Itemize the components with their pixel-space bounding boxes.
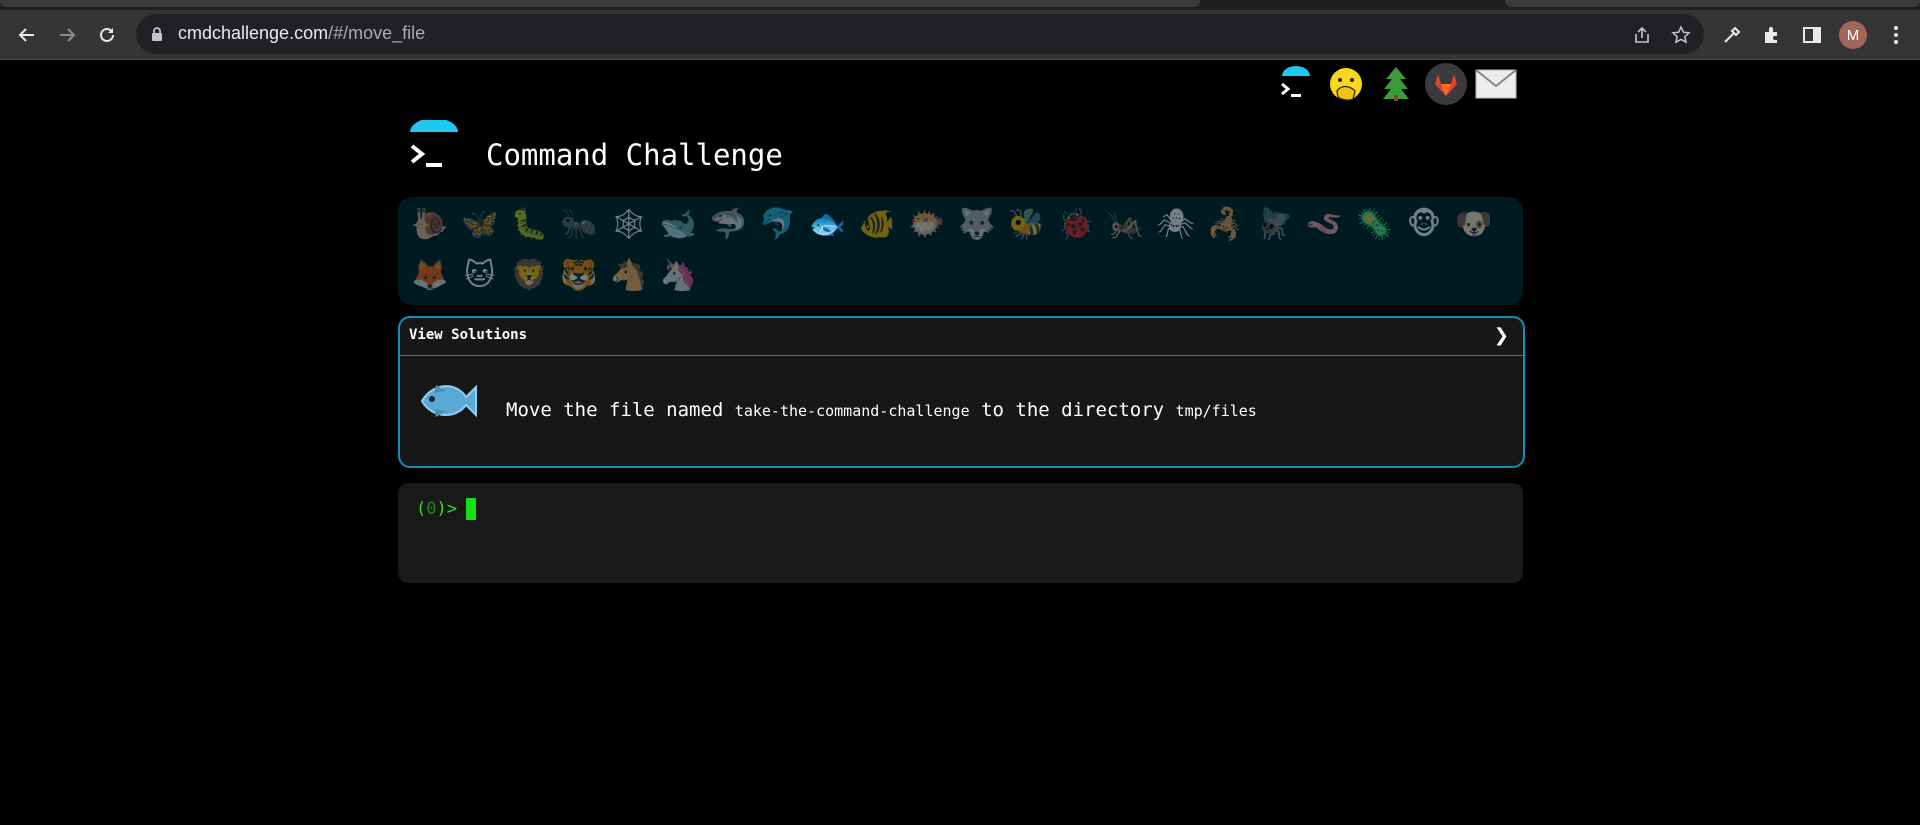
eyedropper-icon[interactable] [1719, 22, 1745, 48]
challenge-middle: to the directory [981, 399, 1165, 421]
badge-1-22[interactable]: 🐶 [1452, 203, 1496, 247]
badge-1-17[interactable]: 🦂 [1203, 203, 1247, 247]
badge-1-16[interactable]: 🕷 [1154, 203, 1198, 247]
back-button[interactable] [11, 19, 43, 51]
forward-button[interactable] [51, 19, 83, 51]
badge-2-1[interactable]: 🦊 [408, 254, 452, 298]
view-solutions-label: View Solutions [409, 327, 528, 343]
extensions-icon[interactable] [1759, 22, 1785, 48]
reload-icon [100, 27, 114, 42]
menu-kebab-icon[interactable] [1883, 22, 1909, 48]
fish-icon [420, 384, 477, 418]
envelope-icon [1475, 69, 1517, 99]
tab-active-area[interactable] [0, 0, 1200, 7]
terminal-cursor[interactable] [466, 498, 476, 520]
badge-1-4[interactable]: 🐜 [557, 203, 601, 247]
tab-other-area[interactable] [1505, 0, 1920, 7]
url-path: /#/move_file [328, 23, 426, 43]
badge-2-3[interactable]: 🦁 [507, 254, 551, 298]
chevron-right-icon: ❯ [1493, 325, 1509, 346]
badge-1-20[interactable]: 🦠 [1352, 203, 1396, 247]
share-icon[interactable] [1631, 24, 1653, 46]
badge-panel: 🐌 🦋 🐛 🐜 🕸 🐋 🦈 🐬 🐟 🐠 🐡 🐺 🐝 🐞 🦗 🕷 🦂 🪰 🪱 🦠 🐵 🐶 🦊 🐱 🦁 🐯 🐴 🦄 [398, 197, 1523, 305]
terminal-logo-link[interactable] [1274, 62, 1318, 106]
gitlab-link[interactable] [1424, 62, 1468, 106]
reload-button[interactable] [91, 19, 123, 51]
back-icon [18, 28, 34, 42]
challenge-file: take-the-command-challenge [734, 402, 970, 420]
challenge-text: Move the file named take-the-command-cha… [506, 399, 1257, 421]
badge-1-7[interactable]: 🦈 [706, 203, 750, 247]
prompt-close: )> [436, 499, 457, 519]
gitlab-icon [1425, 63, 1467, 105]
badge-1-21[interactable]: 🐵 [1402, 203, 1446, 247]
badge-2-2[interactable]: 🐱 [458, 254, 502, 298]
badge-1-15[interactable]: 🦗 [1104, 203, 1148, 247]
badge-1-13[interactable]: 🐝 [1004, 203, 1048, 247]
badge-1-2[interactable]: 🦋 [458, 203, 502, 247]
bookmark-star-icon[interactable] [1670, 24, 1692, 46]
face-hand-over-mouth-icon [1330, 68, 1362, 101]
badge-1-8[interactable]: 🐬 [756, 203, 800, 247]
browser-toolbar: cmdchallenge.com/#/move_file M [0, 10, 1920, 60]
badge-1-14[interactable]: 🐞 [1054, 203, 1098, 247]
badge-2-6[interactable]: 🦄 [657, 254, 701, 298]
forward-icon [60, 28, 76, 42]
badge-1-1[interactable]: 🐌 [408, 203, 452, 247]
tab-strip [0, 0, 1920, 10]
challenge-prefix: Move the file named [506, 399, 724, 421]
badge-1-6[interactable]: 🐋 [657, 203, 701, 247]
oops-emoji-link[interactable] [1324, 62, 1368, 106]
site-title: Command Challenge [486, 138, 783, 172]
badge-1-3[interactable]: 🐛 [507, 203, 551, 247]
badge-1-5[interactable]: 🕸 [607, 203, 651, 247]
terminal[interactable]: (0)> [398, 483, 1523, 583]
terminal-prompt: (0)> [416, 499, 457, 519]
badge-1-9[interactable]: 🐟 [806, 203, 850, 247]
evergreen-tree-icon [1383, 67, 1409, 101]
address-bar[interactable]: cmdchallenge.com/#/move_file [136, 14, 1704, 54]
badge-2-5[interactable]: 🐴 [607, 254, 651, 298]
view-solutions-toggle[interactable]: View Solutions ❯ [400, 318, 1523, 356]
solutions-panel: View Solutions ❯ Move the file named tak… [398, 316, 1525, 468]
url-host: cmdchallenge.com [178, 23, 329, 43]
mail-link[interactable] [1474, 62, 1518, 106]
terminal-logo-icon [410, 118, 458, 167]
badge-1-10[interactable]: 🐠 [855, 203, 899, 247]
prompt-count: 0 [426, 499, 437, 519]
tree-link[interactable] [1374, 62, 1418, 106]
profile-avatar[interactable]: M [1839, 21, 1867, 49]
terminal-logo-icon [1281, 66, 1310, 97]
badge-1-12[interactable]: 🐺 [955, 203, 999, 247]
site-logo[interactable] [406, 118, 462, 176]
challenge-dir: tmp/files [1175, 402, 1257, 420]
badge-1-11[interactable]: 🐡 [905, 203, 949, 247]
url-text: cmdchallenge.com/#/move_file [178, 23, 425, 44]
side-panel-icon[interactable] [1799, 22, 1825, 48]
badge-2-4[interactable]: 🐯 [557, 254, 601, 298]
lock-icon[interactable] [150, 26, 164, 46]
badge-1-18[interactable]: 🪰 [1253, 203, 1297, 247]
badge-1-19[interactable]: 🪱 [1303, 203, 1347, 247]
prompt-open: ( [416, 499, 427, 519]
